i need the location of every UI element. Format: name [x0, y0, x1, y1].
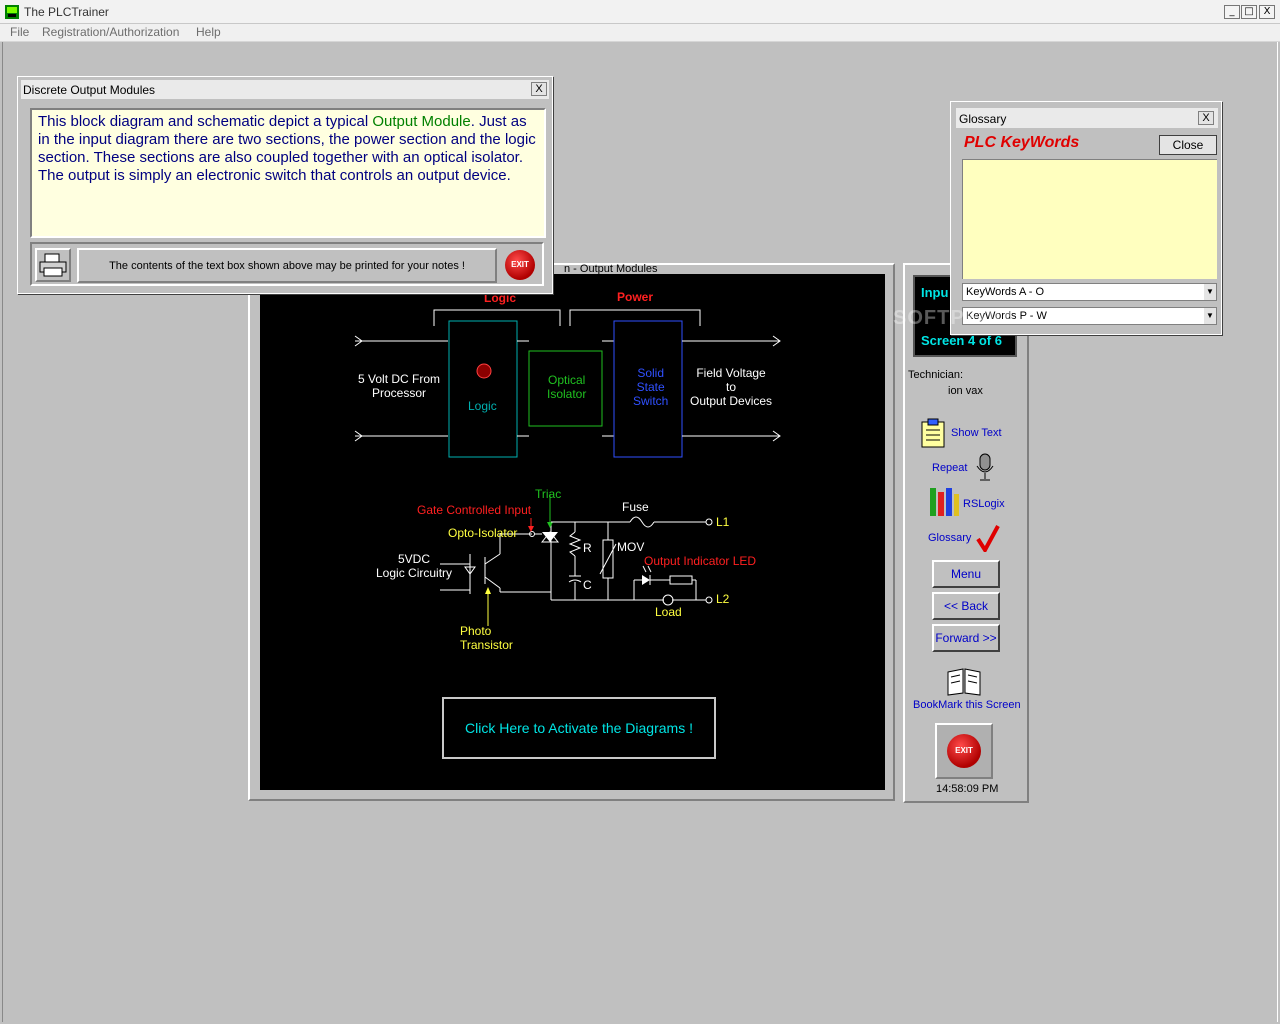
glossary-title: Glossary	[959, 112, 1007, 126]
glossary-titlebar: Glossary X	[956, 108, 1218, 128]
dialog-title: Discrete Output Modules	[23, 83, 156, 97]
repeat-link[interactable]: Repeat	[932, 462, 967, 474]
description-text: This block diagram and schematic depict …	[32, 110, 544, 236]
screen-topic: Inpu	[921, 285, 949, 300]
chevron-down-icon: ▼	[1204, 308, 1216, 324]
glossary-close-x[interactable]: X	[1198, 111, 1214, 125]
glossary-definition-area	[962, 159, 1217, 279]
keywords-a-o-value: KeyWords A - O	[966, 286, 1045, 298]
gate-input-label: Gate Controlled Input	[417, 503, 532, 517]
chevron-down-icon: ▼	[1204, 284, 1216, 300]
menu-bar: File Registration/Authorization Help	[0, 24, 1280, 42]
print-note: The contents of the text box shown above…	[77, 248, 497, 283]
menu-file[interactable]: File	[10, 25, 29, 39]
clock: 14:58:09 PM	[936, 783, 999, 795]
power-section-label: Power	[617, 290, 654, 304]
optical-isolator-label: Optical Isolator	[547, 373, 587, 401]
technician-name: ion vax	[948, 385, 983, 397]
bookmark-link[interactable]: BookMark this Screen	[913, 699, 1021, 711]
opto-isolator-label: Opto-Isolator	[448, 526, 518, 540]
show-text-link[interactable]: Show Text	[951, 427, 1002, 439]
output-led-label: Output Indicator LED	[644, 554, 757, 568]
close-window-button[interactable]: X	[1259, 5, 1275, 19]
microphone-icon[interactable]	[974, 452, 996, 482]
printer-icon	[39, 253, 67, 277]
menu-registration[interactable]: Registration/Authorization	[42, 25, 179, 39]
photo-transistor-label: Photo Transistor	[460, 624, 513, 652]
screen-count: Screen 4 of 6	[921, 333, 1002, 348]
forward-button[interactable]: Forward >>	[932, 624, 1000, 652]
fuse-label: Fuse	[622, 500, 649, 514]
dialog-titlebar: Discrete Output Modules X	[21, 80, 549, 99]
clipboard-icon[interactable]	[920, 418, 946, 448]
load-label: Load	[655, 605, 682, 619]
watermark: SOFTPEDIA	[893, 307, 1017, 329]
keywords-a-o-select[interactable]: KeyWords A - O ▼	[962, 283, 1217, 301]
l2-label: L2	[716, 592, 730, 606]
solid-state-switch-label: Solid State Switch	[633, 366, 669, 408]
print-button[interactable]	[35, 248, 71, 282]
plc-app-icon	[5, 5, 19, 19]
menu-help[interactable]: Help	[196, 25, 221, 39]
description-text-start: This block diagram and schematic depict …	[38, 113, 373, 130]
technician-label: Technician:	[908, 369, 964, 381]
triac-label: Triac	[535, 487, 562, 501]
discrete-output-dialog: Discrete Output Modules X This block dia…	[17, 76, 553, 294]
maximize-button[interactable]: □	[1241, 5, 1257, 19]
dialog-footer: The contents of the text box shown above…	[30, 242, 544, 286]
window-title: The PLCTrainer	[24, 5, 109, 19]
rslogix-icon[interactable]	[928, 486, 960, 518]
menu-button[interactable]: Menu	[932, 560, 1000, 588]
checkmark-icon[interactable]	[976, 524, 1000, 552]
diagram-canvas: Logic Power 5 Volt DC From Processor Log…	[260, 274, 885, 790]
book-icon[interactable]	[946, 664, 982, 696]
logic-circuitry-label: 5VDC Logic Circuitry	[376, 552, 453, 580]
back-button[interactable]: << Back	[932, 592, 1000, 620]
field-voltage-label: Field Voltage to Output Devices	[690, 366, 773, 408]
capacitor-label: C	[583, 578, 592, 592]
window-titlebar: The PLCTrainer _ □ X	[0, 0, 1280, 24]
glossary-close-button[interactable]: Close	[1159, 135, 1217, 155]
glossary-heading: PLC KeyWords	[964, 134, 1080, 151]
mov-label: MOV	[617, 540, 645, 554]
output-module-highlight: Output Module	[372, 113, 471, 130]
resistor-label: R	[583, 541, 592, 555]
dialog-close-button[interactable]: X	[531, 82, 547, 96]
rslogix-link[interactable]: RSLogix	[963, 498, 1005, 510]
l1-label: L1	[716, 515, 730, 529]
logic-block-label: Logic	[468, 399, 497, 413]
glossary-link[interactable]: Glossary	[928, 532, 971, 544]
glossary-dialog: Glossary X PLC KeyWords Close KeyWords A…	[893, 101, 1222, 335]
exit-button[interactable]: EXIT	[947, 734, 981, 768]
dialog-exit-button[interactable]: EXIT	[505, 250, 535, 280]
exit-button-frame[interactable]: EXIT	[935, 723, 993, 779]
minimize-button[interactable]: _	[1224, 5, 1240, 19]
source-label: 5 Volt DC From Processor	[358, 372, 441, 400]
activate-diagrams-button[interactable]: Click Here to Activate the Diagrams !	[442, 697, 716, 759]
